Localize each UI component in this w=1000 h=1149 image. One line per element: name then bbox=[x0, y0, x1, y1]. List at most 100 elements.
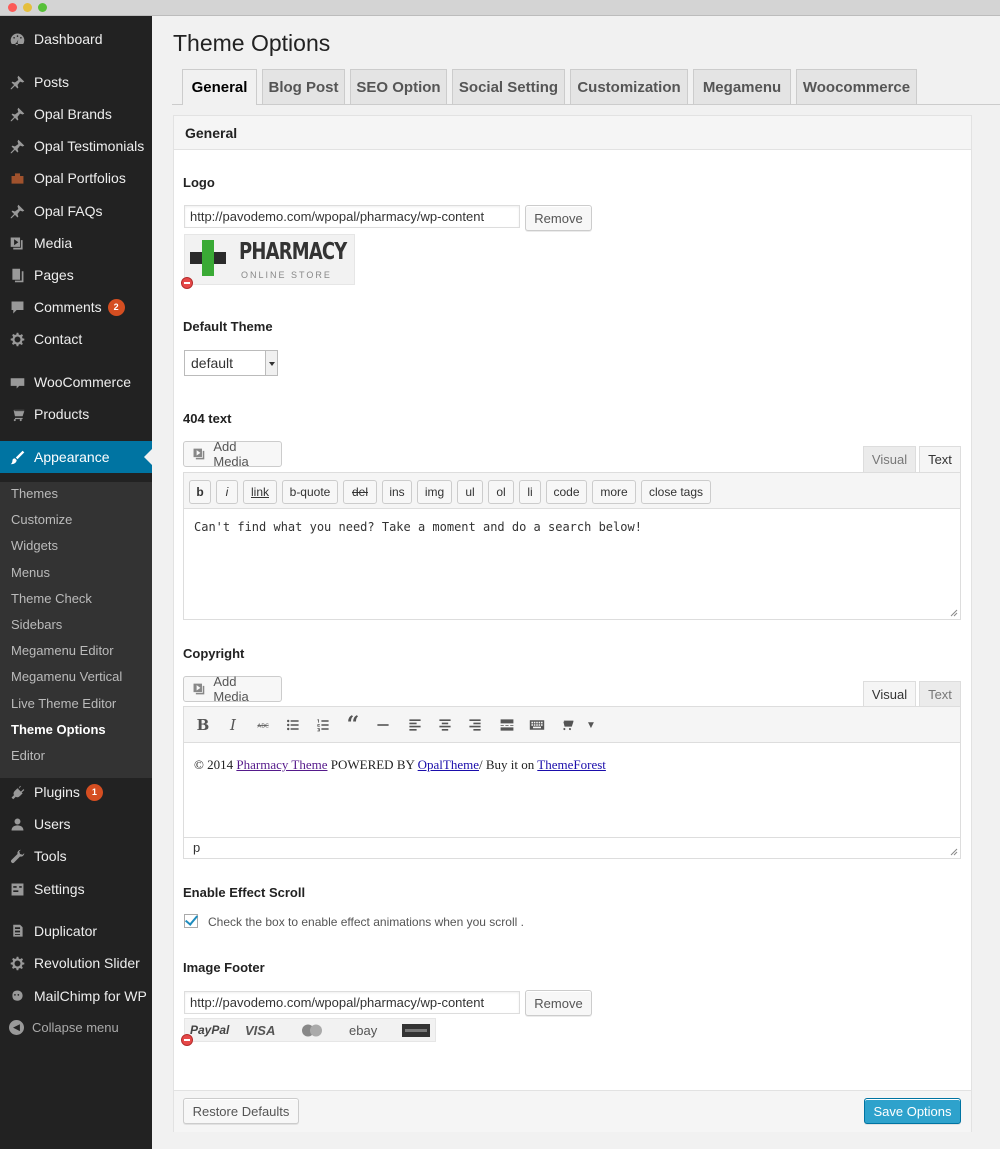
bulleted-list-icon[interactable] bbox=[282, 715, 304, 735]
sidebar-item-mailchimp[interactable]: MailChimp for WP bbox=[0, 981, 152, 1011]
qt-bquote-button[interactable]: b-quote bbox=[282, 480, 338, 504]
close-window-button[interactable] bbox=[8, 3, 17, 12]
submenu-item-live-theme-editor[interactable]: Live Theme Editor bbox=[11, 696, 116, 711]
submenu-item-editor[interactable]: Editor bbox=[11, 748, 45, 763]
submenu-item-megamenu-vertical[interactable]: Megamenu Vertical bbox=[11, 669, 122, 684]
logo-remove-button[interactable]: Remove bbox=[525, 205, 592, 231]
image-footer-remove-button[interactable]: Remove bbox=[525, 990, 592, 1016]
tab-social-setting[interactable]: Social Setting bbox=[452, 69, 565, 104]
qt-li-button[interactable]: li bbox=[519, 480, 541, 504]
sidebar-item-contact[interactable]: Contact bbox=[0, 324, 152, 354]
cart-icon[interactable] bbox=[556, 715, 578, 735]
tab-megamenu[interactable]: Megamenu bbox=[693, 69, 791, 104]
pharmacy-theme-link[interactable]: Pharmacy Theme bbox=[236, 757, 327, 772]
horizontal-line-icon[interactable] bbox=[372, 715, 394, 735]
copyright-buy-text: / Buy it on bbox=[479, 757, 538, 772]
default-theme-select[interactable]: default bbox=[184, 350, 278, 376]
sidebar-item-comments[interactable]: Comments 2 bbox=[0, 292, 152, 322]
element-path[interactable]: p bbox=[193, 840, 200, 855]
image-footer-remove-icon[interactable] bbox=[181, 1034, 193, 1046]
tab-visual[interactable]: Visual bbox=[863, 681, 916, 707]
bold-icon[interactable]: B bbox=[192, 715, 214, 735]
logo-remove-icon[interactable] bbox=[181, 277, 193, 289]
collapse-menu-button[interactable]: ◀ Collapse menu bbox=[9, 1020, 119, 1035]
sidebar-item-pages[interactable]: Pages bbox=[0, 260, 152, 290]
sidebar-item-products[interactable]: Products bbox=[0, 399, 152, 429]
sidebar-item-opal-testimonials[interactable]: Opal Testimonials bbox=[0, 131, 152, 161]
sidebar-item-revolution-slider[interactable]: Revolution Slider bbox=[0, 948, 152, 978]
numbered-list-icon[interactable] bbox=[312, 715, 334, 735]
sidebar-item-woocommerce[interactable]: WooCommerce bbox=[0, 367, 152, 397]
sidebar-item-label: Products bbox=[34, 406, 90, 422]
save-options-button[interactable]: Save Options bbox=[864, 1098, 961, 1124]
tab-visual[interactable]: Visual bbox=[863, 446, 916, 472]
qt-close-tags-button[interactable]: close tags bbox=[641, 480, 711, 504]
opaltheme-link[interactable]: OpalTheme bbox=[418, 757, 479, 772]
sidebar-item-appearance[interactable]: Appearance bbox=[0, 441, 152, 473]
maximize-window-button[interactable] bbox=[38, 3, 47, 12]
sidebar-item-opal-brands[interactable]: Opal Brands bbox=[0, 99, 152, 129]
tab-blog-post[interactable]: Blog Post bbox=[262, 69, 345, 104]
submenu-item-theme-options[interactable]: Theme Options bbox=[11, 722, 106, 737]
effect-scroll-checkbox[interactable] bbox=[184, 914, 198, 928]
sidebar-item-settings[interactable]: Settings bbox=[0, 874, 152, 904]
sidebar-item-label: Dashboard bbox=[34, 31, 103, 47]
add-media-button[interactable]: Add Media bbox=[183, 439, 282, 469]
sidebar-item-plugins[interactable]: Plugins 1 bbox=[0, 777, 152, 807]
qt-more-button[interactable]: more bbox=[592, 480, 636, 504]
submenu-item-megamenu-editor[interactable]: Megamenu Editor bbox=[11, 643, 114, 658]
tab-customization[interactable]: Customization bbox=[570, 69, 688, 104]
qt-bold-button[interactable]: b bbox=[189, 480, 211, 504]
add-media-button[interactable]: Add Media bbox=[183, 674, 282, 704]
tab-text[interactable]: Text bbox=[919, 681, 961, 707]
qt-ins-button[interactable]: ins bbox=[382, 480, 412, 504]
copyright-editor[interactable]: © 2014 Pharmacy Theme POWERED BY OpalThe… bbox=[183, 742, 961, 838]
submenu-item-sidebars[interactable]: Sidebars bbox=[11, 617, 62, 632]
read-more-icon[interactable] bbox=[496, 715, 518, 735]
themeforest-link[interactable]: ThemeForest bbox=[537, 757, 606, 772]
italic-icon[interactable]: I bbox=[222, 715, 244, 735]
strikethrough-icon[interactable]: ABC bbox=[252, 715, 274, 735]
sidebar-item-opal-portfolios[interactable]: Opal Portfolios bbox=[0, 163, 152, 193]
mastercard-logo bbox=[302, 1024, 322, 1037]
submenu-item-themes[interactable]: Themes bbox=[11, 486, 58, 501]
keyboard-icon[interactable] bbox=[526, 715, 548, 735]
logo-url-input[interactable]: http://pavodemo.com/wpopal/pharmacy/wp-c… bbox=[184, 205, 520, 228]
sidebar-item-tools[interactable]: Tools bbox=[0, 841, 152, 871]
sidebar-item-media[interactable]: Media bbox=[0, 228, 152, 258]
align-center-icon[interactable] bbox=[434, 715, 456, 735]
minimize-window-button[interactable] bbox=[23, 3, 32, 12]
submenu-item-customize[interactable]: Customize bbox=[11, 512, 72, 527]
sidebar-item-dashboard[interactable]: Dashboard bbox=[0, 24, 152, 54]
tab-woocommerce[interactable]: Woocommerce bbox=[796, 69, 917, 104]
pharmacy-cross-icon bbox=[190, 240, 226, 276]
image-footer-url-input[interactable]: http://pavodemo.com/wpopal/pharmacy/wp-c… bbox=[184, 991, 520, 1014]
404-text-editor[interactable]: Can't find what you need? Take a moment … bbox=[183, 508, 961, 620]
resize-grip-icon[interactable] bbox=[949, 608, 958, 617]
align-right-icon[interactable] bbox=[464, 715, 486, 735]
blockquote-icon[interactable]: “ bbox=[342, 712, 364, 738]
chevron-down-icon[interactable]: ▼ bbox=[580, 715, 602, 735]
align-left-icon[interactable] bbox=[404, 715, 426, 735]
sidebar-item-users[interactable]: Users bbox=[0, 809, 152, 839]
qt-ul-button[interactable]: ul bbox=[457, 480, 483, 504]
sidebar-item-posts[interactable]: Posts bbox=[0, 67, 152, 97]
submenu-item-widgets[interactable]: Widgets bbox=[11, 538, 58, 553]
tab-general[interactable]: General bbox=[182, 69, 257, 105]
tab-text[interactable]: Text bbox=[919, 446, 961, 472]
qt-italic-button[interactable]: i bbox=[216, 480, 238, 504]
copyright-label: Copyright bbox=[183, 646, 245, 661]
tab-seo-option[interactable]: SEO Option bbox=[350, 69, 447, 104]
qt-code-button[interactable]: code bbox=[546, 480, 587, 504]
submenu-item-menus[interactable]: Menus bbox=[11, 565, 50, 580]
qt-img-button[interactable]: img bbox=[417, 480, 452, 504]
resize-grip-icon[interactable] bbox=[949, 847, 958, 856]
qt-link-button[interactable]: link bbox=[243, 480, 277, 504]
qt-ol-button[interactable]: ol bbox=[488, 480, 514, 504]
submenu-item-theme-check[interactable]: Theme Check bbox=[11, 591, 92, 606]
restore-defaults-button[interactable]: Restore Defaults bbox=[183, 1098, 299, 1124]
qt-del-button[interactable]: del bbox=[343, 480, 377, 504]
pin-icon bbox=[0, 106, 34, 123]
sidebar-item-duplicator[interactable]: Duplicator bbox=[0, 916, 152, 946]
sidebar-item-opal-faqs[interactable]: Opal FAQs bbox=[0, 196, 152, 226]
